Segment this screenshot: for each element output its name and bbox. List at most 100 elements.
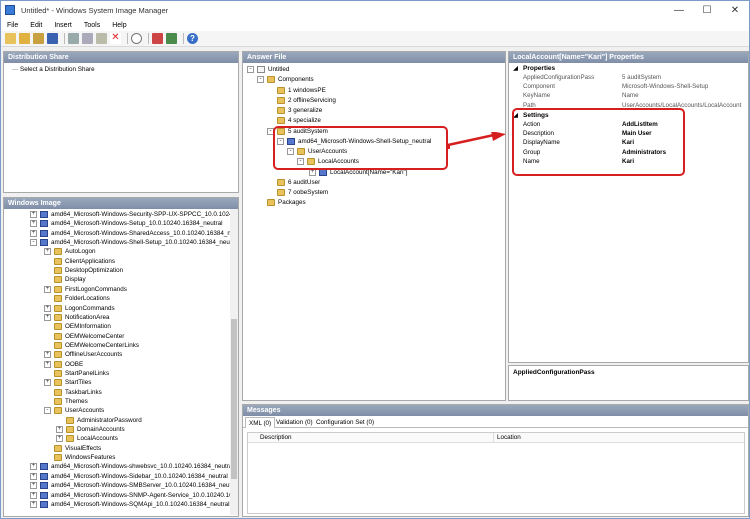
- property-value[interactable]: Name: [622, 92, 639, 101]
- expand-icon[interactable]: +: [44, 351, 51, 359]
- property-row[interactable]: AppliedConfigurationPass 5 auditSystem: [509, 74, 748, 83]
- windows-image-item[interactable]: VisualEffects: [4, 444, 230, 453]
- answer-file-item[interactable]: Packages: [243, 198, 505, 207]
- answer-file-item-label: 1 windowsPE: [288, 86, 326, 94]
- close-button[interactable]: ✕: [721, 1, 749, 19]
- tab-xml[interactable]: XML (0): [245, 417, 276, 428]
- windows-image-item[interactable]: + OOBE: [4, 360, 230, 369]
- new-icon[interactable]: [5, 33, 16, 44]
- expand-icon[interactable]: +: [44, 313, 51, 321]
- windows-image-item[interactable]: + DomainAccounts: [4, 425, 230, 434]
- windows-image-item[interactable]: + amd64_Microsoft-Windows-SMBServer_10.0.…: [4, 481, 230, 490]
- property-value[interactable]: Microsoft-Windows-Shell-Setup: [622, 83, 708, 92]
- menu-tools[interactable]: Tools: [78, 22, 106, 29]
- windows-image-item[interactable]: + FirstLogonCommands: [4, 285, 230, 294]
- answer-file-item[interactable]: - Components: [243, 75, 505, 84]
- answer-file-item[interactable]: - Untitled: [243, 65, 505, 74]
- windows-image-item[interactable]: - amd64_Microsoft-Windows-Shell-Setup_10.…: [4, 238, 230, 247]
- column-description[interactable]: Description: [260, 434, 292, 441]
- expand-icon[interactable]: +: [30, 463, 37, 471]
- expand-icon[interactable]: +: [44, 248, 51, 256]
- tab-configuration-set[interactable]: Configuration Set (0): [313, 417, 377, 428]
- windows-image-item[interactable]: Display: [4, 275, 230, 284]
- answer-file-item-label: Untitled: [268, 66, 290, 73]
- windows-image-item[interactable]: Themes: [4, 397, 230, 406]
- answer-file-item[interactable]: 6 auditUser: [243, 178, 505, 187]
- windows-image-item[interactable]: ClientApplications: [4, 257, 230, 266]
- expand-icon[interactable]: +: [56, 426, 63, 434]
- windows-image-item[interactable]: + amd64_Microsoft-Windows-SNMP-Agent-Serv…: [4, 491, 230, 500]
- windows-image-item[interactable]: WindowsFeatures: [4, 453, 230, 462]
- collapse-icon[interactable]: -: [30, 239, 37, 247]
- expand-icon[interactable]: +: [56, 435, 63, 443]
- windows-image-item[interactable]: + LocalAccounts: [4, 434, 230, 443]
- windows-image-item[interactable]: OEMWelcomeCenter: [4, 332, 230, 341]
- tab-validation[interactable]: Validation (0): [273, 417, 316, 428]
- answer-file-item[interactable]: 7 oobeSystem: [243, 188, 505, 197]
- menu-insert[interactable]: Insert: [48, 22, 78, 29]
- delete-icon[interactable]: ✕: [110, 33, 121, 44]
- property-value[interactable]: 5 auditSystem: [622, 74, 661, 83]
- windows-image-item[interactable]: StartPanelLinks: [4, 369, 230, 378]
- windows-image-item[interactable]: + NotificationArea: [4, 313, 230, 322]
- open-folder-icon[interactable]: [33, 33, 44, 44]
- windows-image-item[interactable]: + amd64_Microsoft-Windows-Sidebar_10.0.10…: [4, 472, 230, 481]
- open-icon[interactable]: [19, 33, 30, 44]
- column-location[interactable]: Location: [497, 434, 521, 441]
- expand-icon[interactable]: +: [44, 379, 51, 387]
- answer-file-item[interactable]: 3 generalize: [243, 106, 505, 115]
- answer-file-item[interactable]: 1 windowsPE: [243, 86, 505, 95]
- windows-image-item[interactable]: + amd64_Microsoft-Windows-shwebsvc_10.0.1…: [4, 462, 230, 471]
- collapse-icon[interactable]: ◢: [513, 64, 518, 73]
- windows-image-item[interactable]: + amd64_Microsoft-Windows-Security-SPP-UX…: [4, 210, 230, 219]
- save-icon[interactable]: [47, 33, 58, 44]
- select-distribution-share-item[interactable]: — Select a Distribution Share: [12, 65, 95, 74]
- windows-image-item[interactable]: + LogonCommands: [4, 304, 230, 313]
- windows-image-item[interactable]: + OfflineUserAccounts: [4, 350, 230, 359]
- expand-icon[interactable]: +: [30, 472, 37, 480]
- expand-icon[interactable]: +: [30, 220, 37, 228]
- windows-image-item[interactable]: FolderLocations: [4, 294, 230, 303]
- windows-image-item[interactable]: AdministratorPassword: [4, 416, 230, 425]
- expand-icon[interactable]: +: [30, 500, 37, 508]
- windows-image-item[interactable]: + amd64_Microsoft-Windows-SharedAccess_10…: [4, 229, 230, 238]
- windows-image-item[interactable]: - UserAccounts: [4, 406, 230, 415]
- windows-image-item[interactable]: OEMWelcomeCenterLinks: [4, 341, 230, 350]
- menu-help[interactable]: Help: [106, 22, 132, 29]
- windows-image-item[interactable]: OEMInformation: [4, 322, 230, 331]
- windows-image-item[interactable]: + AutoLogon: [4, 247, 230, 256]
- expand-icon[interactable]: +: [30, 482, 37, 490]
- properties-icon[interactable]: [166, 33, 177, 44]
- property-row[interactable]: Component Microsoft-Windows-Shell-Setup: [509, 83, 748, 92]
- cut-icon[interactable]: [68, 33, 79, 44]
- validate-icon[interactable]: [152, 33, 163, 44]
- expand-icon[interactable]: +: [30, 491, 37, 499]
- windows-image-item[interactable]: TaskbarLinks: [4, 388, 230, 397]
- answer-file-item-label: 4 specialize: [288, 117, 321, 125]
- minimize-button[interactable]: —: [665, 1, 693, 19]
- search-icon[interactable]: [131, 33, 142, 44]
- expand-icon[interactable]: +: [44, 304, 51, 312]
- collapse-icon[interactable]: -: [44, 407, 51, 415]
- maximize-button[interactable]: ☐: [693, 1, 721, 19]
- property-row[interactable]: KeyName Name: [509, 92, 748, 101]
- collapse-icon[interactable]: -: [257, 76, 264, 84]
- answer-file-item[interactable]: 2 offlineServicing: [243, 96, 505, 105]
- menu-file[interactable]: File: [1, 22, 24, 29]
- windows-image-item[interactable]: DesktopOptimization: [4, 266, 230, 275]
- expand-icon[interactable]: +: [30, 229, 37, 237]
- windows-image-item[interactable]: + amd64_Microsoft-Windows-SQMApi_10.0.102…: [4, 500, 230, 509]
- windows-image-scrollbar[interactable]: [230, 209, 238, 515]
- windows-image-item[interactable]: + amd64_Microsoft-Windows-Setup_10.0.1024…: [4, 219, 230, 228]
- property-section[interactable]: ◢ Properties: [509, 64, 748, 73]
- windows-image-item[interactable]: + StartTiles: [4, 378, 230, 387]
- copy-icon[interactable]: [82, 33, 93, 44]
- expand-icon[interactable]: +: [30, 211, 37, 218]
- collapse-icon[interactable]: -: [247, 66, 254, 73]
- answer-file-item[interactable]: 4 specialize: [243, 116, 505, 125]
- expand-icon[interactable]: +: [44, 360, 51, 368]
- menu-edit[interactable]: Edit: [24, 22, 48, 29]
- paste-icon[interactable]: [96, 33, 107, 44]
- help-icon[interactable]: ?: [187, 33, 198, 44]
- expand-icon[interactable]: +: [44, 285, 51, 293]
